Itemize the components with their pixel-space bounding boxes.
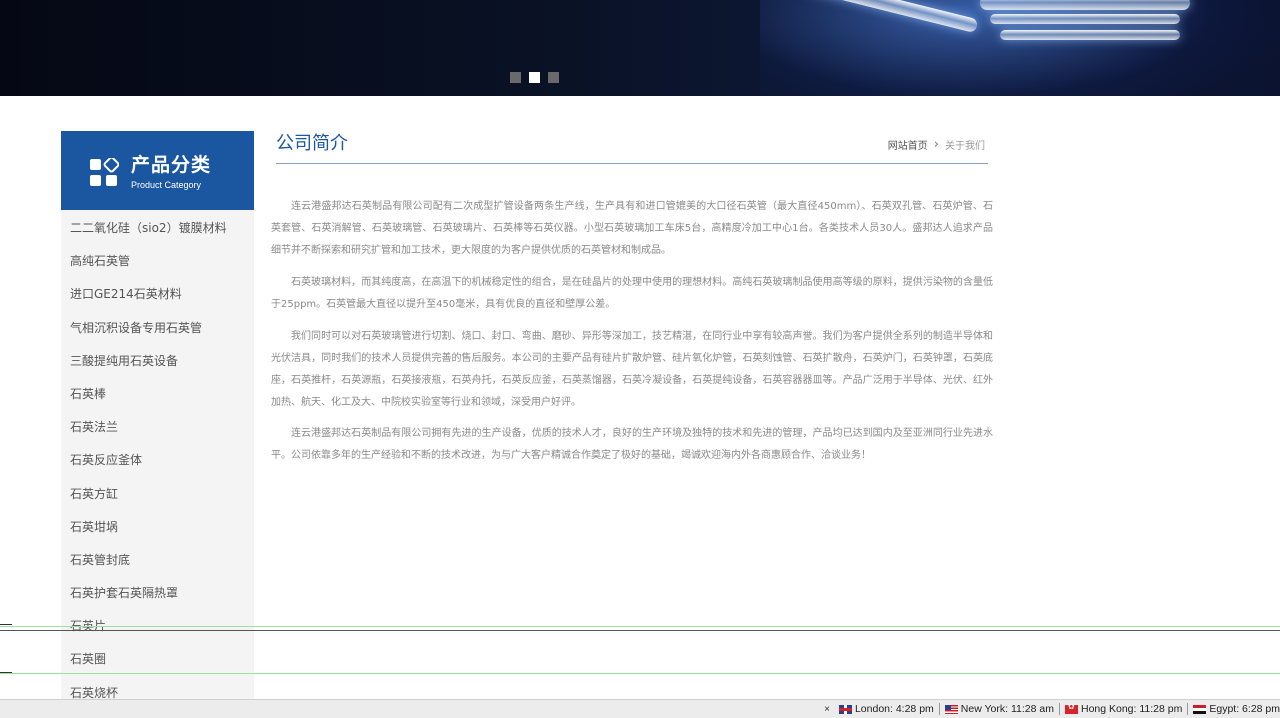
category-item[interactable]: 石英法兰: [61, 411, 254, 444]
page-title: 公司简介: [276, 133, 348, 154]
clock-egypt[interactable]: Egypt: 6:28 pm: [1188, 703, 1280, 715]
hk-flag-icon: [1064, 704, 1078, 714]
intro-paragraph: 连云港盛邦达石英制品有限公司配有二次成型扩管设备两条生产线，生产具有和进口管媲美…: [271, 201, 993, 256]
intro-paragraph: 连云港盛邦达石英制品有限公司拥有先进的生产设备，优质的技术人才，良好的生产环境及…: [271, 428, 993, 461]
clock-label: London: 4:28 pm: [854, 703, 934, 715]
category-item[interactable]: 石英坩埚: [61, 511, 254, 544]
guide-tick: [0, 624, 12, 625]
quartz-tube-image: [1000, 30, 1180, 40]
slider-dot-3[interactable]: [548, 72, 559, 83]
category-header: 产品分类 Product Category: [61, 131, 254, 210]
category-item[interactable]: 石英反应釜体: [61, 444, 254, 477]
category-item[interactable]: 石英棒: [61, 378, 254, 411]
clock-new-york[interactable]: New York: 11:28 am: [940, 703, 1060, 715]
quartz-tube-image: [990, 14, 1180, 24]
intro-paragraph: 我们同时可以对石英玻璃管进行切割、烧口、封口、弯曲、磨砂、异形等深加工，技艺精湛…: [271, 331, 993, 408]
slider-dot-2[interactable]: [529, 72, 540, 83]
world-clock-bar: × London: 4:28 pm New York: 11:28 am Hon…: [0, 699, 1280, 718]
intro-paragraph: 石英玻璃材料，而其纯度高，在高温下的机械稳定性的组合，是在硅晶片的处理中使用的理…: [271, 277, 993, 310]
category-item[interactable]: 石英护套石英隔热罩: [61, 577, 254, 610]
category-title: 产品分类: [131, 154, 212, 176]
category-item[interactable]: 高纯石英管: [61, 245, 254, 278]
clock-label: Hong Kong: 11:28 pm: [1080, 703, 1183, 715]
slider-dots: [510, 72, 559, 83]
uk-flag-icon: [838, 704, 852, 714]
category-item[interactable]: 石英圈: [61, 643, 254, 676]
guide-tick: [0, 672, 12, 673]
category-item[interactable]: 三酸提纯用石英设备: [61, 345, 254, 378]
breadcrumb-current: 关于我们: [945, 141, 985, 152]
breadcrumb-home-link[interactable]: 网站首页: [888, 137, 928, 152]
chevron-right-icon: ›: [933, 136, 939, 152]
category-item[interactable]: 进口GE214石英材料: [61, 278, 254, 311]
category-subtitle: Product Category: [131, 180, 202, 190]
breadcrumb: 网站首页 › 关于我们: [888, 136, 985, 153]
hero-banner: [0, 0, 1280, 96]
close-icon[interactable]: ×: [824, 704, 830, 715]
clock-label: Egypt: 6:28 pm: [1209, 703, 1280, 715]
clock-london[interactable]: London: 4:28 pm: [834, 703, 940, 715]
clock-label: New York: 11:28 am: [960, 703, 1054, 715]
us-flag-icon: [944, 704, 958, 714]
guide-line: [0, 626, 1280, 627]
category-item[interactable]: 二二氧化硅（sio2）镀膜材料: [61, 212, 254, 245]
category-item[interactable]: 石英方缸: [61, 478, 254, 511]
eg-flag-icon: [1193, 704, 1207, 714]
clock-hong-kong[interactable]: Hong Kong: 11:28 pm: [1060, 703, 1189, 715]
guide-line: [0, 673, 1280, 674]
grid-icon: [90, 158, 119, 186]
title-divider: [276, 163, 988, 164]
slider-dot-1[interactable]: [510, 72, 521, 83]
category-list: 二二氧化硅（sio2）镀膜材料 高纯石英管 进口GE214石英材料 气相沉积设备…: [61, 210, 254, 710]
category-item[interactable]: 石英管封底: [61, 544, 254, 577]
quartz-tube-image: [980, 0, 1190, 10]
category-item[interactable]: 气相沉积设备专用石英管: [61, 312, 254, 345]
guide-line: [0, 630, 1280, 631]
